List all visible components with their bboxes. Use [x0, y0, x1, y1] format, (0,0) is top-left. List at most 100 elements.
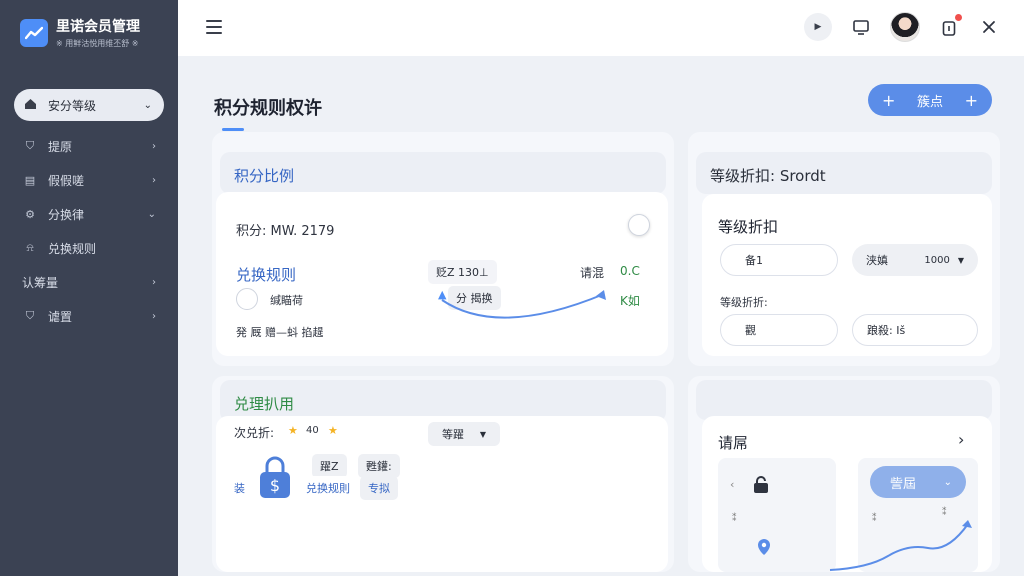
row-tag-1[interactable]: 兑换规則	[298, 476, 358, 500]
bottom-text: 発 厩 赠—蚪 掐趧	[236, 326, 324, 339]
sidebar-item-label: 安分等级	[48, 98, 97, 113]
app-subtitle: ※ 用鲜沽悦用维丕舒 ※	[56, 39, 139, 48]
subtitle: 等级折折:	[720, 296, 768, 309]
section-title: 等级折扣	[718, 218, 779, 236]
app-title: 里诺会员管理	[56, 19, 140, 35]
chevron-right-icon: ›	[152, 174, 156, 186]
notification-icon[interactable]	[938, 14, 962, 38]
sidebar-item-5[interactable]: 认筹量 ›	[0, 265, 178, 299]
card-body: 次兑折: ★ 40 ★ 等躍 ▼ 躍Z 甦鑵: 装 $ 兑换规則 专拟	[216, 416, 668, 572]
trend-line-icon	[829, 520, 972, 571]
list-icon: ▤	[24, 173, 36, 187]
avatar[interactable]	[890, 12, 920, 42]
caret-down-icon: ▼	[957, 255, 964, 265]
radio-button[interactable]	[236, 288, 258, 310]
sidebar-item-label: 假假嗟	[48, 173, 85, 188]
card-header: 积分比例	[220, 152, 666, 194]
trend-logo-icon	[20, 18, 48, 47]
brand: 里诺会员管理 ※ 用鲜沽悦用维丕舒 ※	[0, 0, 178, 49]
sidebar-item-6[interactable]: ⛉ 谑置 ›	[0, 299, 178, 333]
sidebar-item-1[interactable]: ⛉ 提原 ›	[0, 129, 178, 163]
sidebar-item-label: 谑置	[48, 309, 73, 324]
sidebar-nav: 安分等级 ⌄ ⛉ 提原 › ▤ 假假嗟 › ⚙ 分换律 ⌄ ⍾ 兑换规则 认筹量…	[0, 89, 178, 333]
add-button-label: 簇点	[916, 94, 943, 110]
chevron-right-icon[interactable]: ›	[958, 430, 964, 449]
tag-2: 甦鑵:	[358, 454, 400, 478]
chevron-right-icon: ›	[152, 140, 156, 152]
request-card: 请屌 › ‹ ⁑ 訾屆 ⌄ ⁑ ⁑	[688, 376, 1000, 572]
star-icon: ★	[328, 424, 338, 437]
sidebar: 里诺会员管理 ※ 用鲜沽悦用维丕舒 ※ 安分等级 ⌄ ⛉ 提原 › ▤ 假假嗟 …	[0, 0, 178, 576]
menu-icon[interactable]	[206, 20, 222, 34]
right-label-1: 请混	[580, 266, 605, 280]
lock-icon: ⍾	[26, 241, 34, 254]
select-value: 等躍	[442, 428, 464, 441]
gear-icon: ⚙	[25, 207, 35, 221]
exchange-card: 兑理扒用 次兑折: ★ 40 ★ 等躍 ▼ 躍Z 甦鑵: 装 $ 兑换规則 专拟	[212, 376, 674, 572]
rule-title: 兑换规则	[236, 266, 297, 284]
right-label-2: K如	[620, 294, 640, 308]
chevron-down-icon: ⌄	[943, 476, 952, 488]
page-title: 积分规则权许	[214, 98, 322, 119]
card-title: 等级折扣: Srordt	[710, 167, 826, 185]
play-icon[interactable]: ▶	[804, 13, 832, 41]
select-label: 浃嫃	[866, 254, 888, 267]
tiny-mark-1: ⁑	[732, 514, 737, 524]
right-value: 0.C	[620, 264, 640, 278]
filter-select[interactable]: 訾屆 ⌄	[870, 466, 966, 498]
row-tag-2[interactable]: 专拟	[360, 476, 398, 500]
chevron-down-icon: ⌄	[147, 208, 156, 220]
card-body: 等级折扣 备1 浃嫃 1000 ▼ 等级折折: 觀 踉殺: Iš	[702, 194, 992, 356]
settings-icon: ⛉	[25, 309, 35, 322]
discount-field-2-value: 踉殺: Iš	[867, 324, 906, 337]
title-underline	[222, 128, 244, 131]
sidebar-item-label: 兑换规则	[48, 241, 97, 256]
shield-icon: ⛉	[25, 139, 35, 152]
back-icon[interactable]: ‹	[730, 478, 734, 491]
monitor-icon[interactable]	[850, 16, 872, 38]
radio-label: 缄瞄荷	[270, 294, 303, 307]
location-pin-icon	[756, 538, 772, 560]
discount-field-1-value: 觀	[745, 324, 756, 337]
card-title: 兑理扒用	[234, 395, 295, 413]
preview-panel-right: 訾屆 ⌄ ⁑ ⁑	[829, 458, 978, 572]
preview-panel-left: ‹ ⁑	[718, 458, 836, 572]
card-header	[696, 380, 992, 420]
sidebar-item-label: 提原	[48, 139, 73, 154]
level-discount-card: 等级折扣: Srordt 等级折扣 备1 浃嫃 1000 ▼ 等级折折: 觀 踉…	[688, 132, 1000, 366]
discount-field-2[interactable]: 踉殺: Iš	[852, 314, 978, 346]
points-ratio-card: 积分比例 积分: MW. 2179 兑换规则 缄瞄荷 発 厩 赠—蚪 掐趧 贬Z…	[212, 132, 674, 366]
toggle-knob[interactable]	[628, 214, 650, 236]
chevron-right-icon: ›	[152, 310, 156, 322]
sidebar-item-2[interactable]: ▤ 假假嗟 ›	[0, 163, 178, 197]
level-field[interactable]: 备1	[720, 244, 838, 276]
close-icon[interactable]	[978, 16, 1000, 38]
flow-arrow	[441, 290, 606, 319]
tiny-mark-3: ⁑	[942, 508, 947, 518]
sidebar-item-label: 分换律	[48, 207, 85, 222]
filter-select-label: 訾屆	[890, 476, 917, 492]
mid-tag-1: 贬Z 130⊥	[428, 260, 497, 284]
chevron-down-icon: ⌄	[143, 99, 152, 111]
tag-1: 躍Z	[312, 454, 347, 478]
dollar-lock-icon: $	[258, 456, 292, 500]
sidebar-item-4[interactable]: ⍾ 兑换规则	[0, 231, 178, 265]
card-title: 请屌	[718, 434, 749, 452]
level-field-value: 备1	[745, 254, 763, 267]
level-select[interactable]: 等躍 ▼	[428, 422, 500, 446]
notification-badge	[955, 14, 962, 21]
sidebar-item-3[interactable]: ⚙ 分换律 ⌄	[0, 197, 178, 231]
add-button[interactable]: + 簇点 +	[868, 84, 992, 116]
discount-field-1[interactable]: 觀	[720, 314, 838, 346]
amount-select[interactable]: 浃嫃 1000 ▼	[852, 244, 978, 276]
card-body: 请屌 › ‹ ⁑ 訾屆 ⌄ ⁑ ⁑	[702, 416, 992, 572]
top-icons: ▶	[804, 12, 1000, 42]
points-label: 积分: MW. 2179	[236, 224, 335, 239]
row-prefix: 装	[234, 482, 245, 495]
discount-label: 次兑折:	[234, 426, 275, 440]
sidebar-item-0[interactable]: 安分等级 ⌄	[14, 89, 164, 121]
discount-value: 40	[306, 425, 319, 436]
svg-text:$: $	[270, 476, 280, 495]
card-header: 等级折扣: Srordt	[696, 152, 992, 194]
card-title: 积分比例	[234, 167, 295, 185]
